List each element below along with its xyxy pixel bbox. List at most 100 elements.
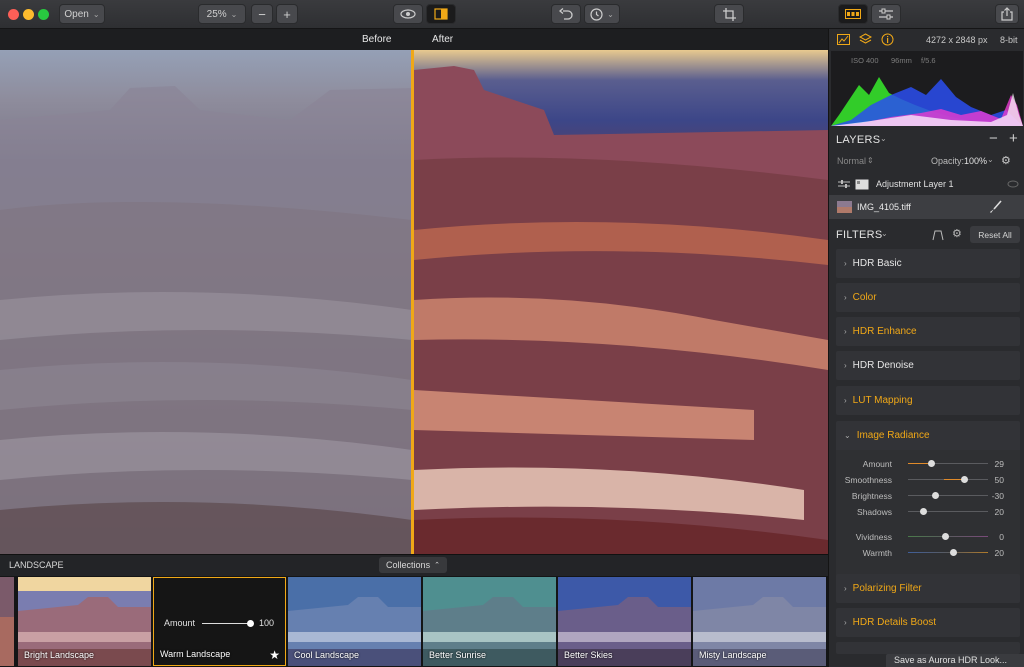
slider-label: Amount	[862, 459, 892, 469]
slider-knob[interactable]	[942, 533, 949, 540]
add-layer-icon[interactable]: +	[1009, 130, 1018, 147]
preset-category-bar: LANDSCAPE Collections ⌃	[0, 554, 828, 576]
slider-value[interactable]: 20	[980, 548, 1004, 558]
brush-icon[interactable]	[989, 200, 1003, 214]
slider-label: Warmth	[862, 548, 892, 558]
preset-amount-label: Amount	[164, 618, 196, 628]
filter-hdr-denoise[interactable]: › HDR Denoise	[836, 351, 1020, 380]
chevron-down-icon[interactable]: ⌄	[881, 229, 888, 238]
layers-icon[interactable]	[859, 33, 872, 46]
slider-knob[interactable]	[920, 508, 927, 515]
share-button[interactable]	[995, 4, 1019, 24]
chevron-down-icon: ⌄	[92, 9, 100, 19]
chevron-down-icon[interactable]: ⌄	[880, 134, 887, 143]
right-sidebar: 4272 x 2848 px 8-bit ISO 400 96mm f/5.6 …	[828, 29, 1024, 667]
chevron-up-icon: ⌃	[434, 562, 440, 569]
layer-options-row: Normal ⇕ Opacity: 100% ⌄ ⚙	[829, 153, 1024, 171]
histogram-icon[interactable]	[837, 34, 850, 45]
image-layer-name: IMG_4105.tiff	[857, 202, 911, 212]
slider-value[interactable]: 29	[980, 459, 1004, 469]
preview-eye-button[interactable]	[393, 4, 423, 24]
info-icon[interactable]	[881, 33, 894, 46]
preset-amount-knob[interactable]	[247, 620, 254, 627]
crop-button[interactable]	[714, 4, 744, 24]
histogram-panel: ISO 400 96mm f/5.6	[831, 51, 1023, 126]
slider-value[interactable]: 0	[980, 532, 1004, 542]
preset-thumbnail-partial[interactable]	[0, 577, 14, 666]
preset-thumbnail[interactable]: Misty Landscape	[693, 577, 826, 666]
zoom-dropdown[interactable]: 25% ⌄	[198, 4, 246, 24]
undo-icon	[559, 8, 573, 20]
adjustment-layer-row[interactable]: Adjustment Layer 1	[829, 173, 1024, 195]
slider-value[interactable]: -30	[980, 491, 1004, 501]
preset-preview	[0, 577, 14, 666]
slider-amount[interactable]: Amount 29	[836, 456, 1020, 472]
preset-thumbnail[interactable]: Better Sunrise	[423, 577, 556, 666]
slider-knob[interactable]	[928, 460, 935, 467]
slider-knob[interactable]	[932, 492, 939, 499]
slider-value[interactable]: 20	[980, 507, 1004, 517]
save-as-look-button[interactable]: Save as Aurora HDR Look...	[886, 654, 1024, 667]
after-landscape	[414, 66, 828, 554]
preset-thumbnail-selected[interactable]: Amount 100 Warm Landscape ★	[153, 577, 286, 666]
slider-vividness[interactable]: Vividness 0	[836, 529, 1020, 545]
slider-value[interactable]: 50	[980, 475, 1004, 485]
filter-image-radiance[interactable]: ⌄ Image Radiance	[836, 421, 1020, 450]
preset-thumbnail[interactable]: Cool Landscape	[288, 577, 421, 666]
chevron-right-icon: ›	[844, 361, 847, 370]
preset-name: Bright Landscape	[24, 650, 95, 660]
chevron-right-icon: ›	[844, 293, 847, 302]
bit-depth: 8-bit	[1000, 35, 1018, 45]
filter-polarizing[interactable]: › Polarizing Filter	[836, 574, 1020, 603]
slider-knob[interactable]	[950, 549, 957, 556]
image-layer-row[interactable]: IMG_4105.tiff	[829, 195, 1024, 219]
zoom-out-button[interactable]: −	[251, 4, 273, 24]
blend-mode-select[interactable]: Normal	[837, 156, 866, 166]
reset-all-button[interactable]: Reset All	[970, 226, 1020, 243]
chevron-down-icon: ⌄	[844, 431, 851, 440]
slider-knob[interactable]	[961, 476, 968, 483]
preset-strip: Bright Landscape Amount 100 Warm Landsca…	[0, 576, 828, 667]
split-view-button[interactable]	[426, 4, 456, 24]
layers-title: LAYERS	[836, 134, 881, 146]
slider-smoothness[interactable]: Smoothness 50	[836, 472, 1020, 488]
preset-amount-track[interactable]	[202, 623, 250, 624]
filters-header: FILTERS ⌄ ⚙ Reset All	[829, 224, 1024, 246]
undo-button[interactable]	[551, 4, 581, 24]
preset-name: Cool Landscape	[294, 650, 360, 660]
preset-thumbnail[interactable]: Better Skies	[558, 577, 691, 666]
filter-hdr-details-boost[interactable]: › HDR Details Boost	[836, 608, 1020, 637]
mask-icon[interactable]	[932, 229, 944, 241]
presets-icon	[845, 9, 861, 19]
close-window-button[interactable]	[8, 9, 19, 20]
favorite-star-icon[interactable]: ★	[269, 648, 280, 662]
zoom-window-button[interactable]	[38, 9, 49, 20]
iso-value: ISO 400	[851, 56, 879, 65]
split-divider-handle[interactable]	[411, 50, 414, 554]
history-button[interactable]: ⌄	[584, 4, 620, 24]
preset-thumbnail[interactable]: Bright Landscape	[18, 577, 151, 666]
adjustments-panel-button[interactable]	[871, 4, 901, 24]
filter-hdr-basic[interactable]: › HDR Basic	[836, 249, 1020, 278]
opacity-value[interactable]: 100%	[964, 156, 987, 166]
gear-icon[interactable]: ⚙	[952, 227, 962, 240]
remove-layer-icon[interactable]: −	[989, 130, 998, 147]
eye-icon[interactable]	[1007, 180, 1019, 188]
minimize-window-button[interactable]	[23, 9, 34, 20]
slider-shadows[interactable]: Shadows 20	[836, 504, 1020, 520]
image-viewer[interactable]: Before After	[0, 29, 828, 554]
zoom-in-button[interactable]: +	[276, 4, 298, 24]
layers-header: LAYERS ⌄ − +	[829, 129, 1024, 151]
filter-hdr-enhance[interactable]: › HDR Enhance	[836, 317, 1020, 346]
collections-button[interactable]: Collections ⌃	[379, 557, 447, 573]
gear-icon[interactable]: ⚙	[1001, 154, 1011, 167]
slider-brightness[interactable]: Brightness -30	[836, 488, 1020, 504]
image-thumbnail-icon	[837, 201, 852, 213]
filter-lut-mapping[interactable]: › LUT Mapping	[836, 386, 1020, 415]
slider-warmth[interactable]: Warmth 20	[836, 545, 1020, 561]
after-label: After	[432, 34, 454, 45]
filter-color[interactable]: › Color	[836, 283, 1020, 312]
presets-panel-button[interactable]	[838, 4, 868, 24]
open-button[interactable]: Open ⌄	[59, 4, 105, 24]
compare-header: Before After	[0, 29, 828, 50]
